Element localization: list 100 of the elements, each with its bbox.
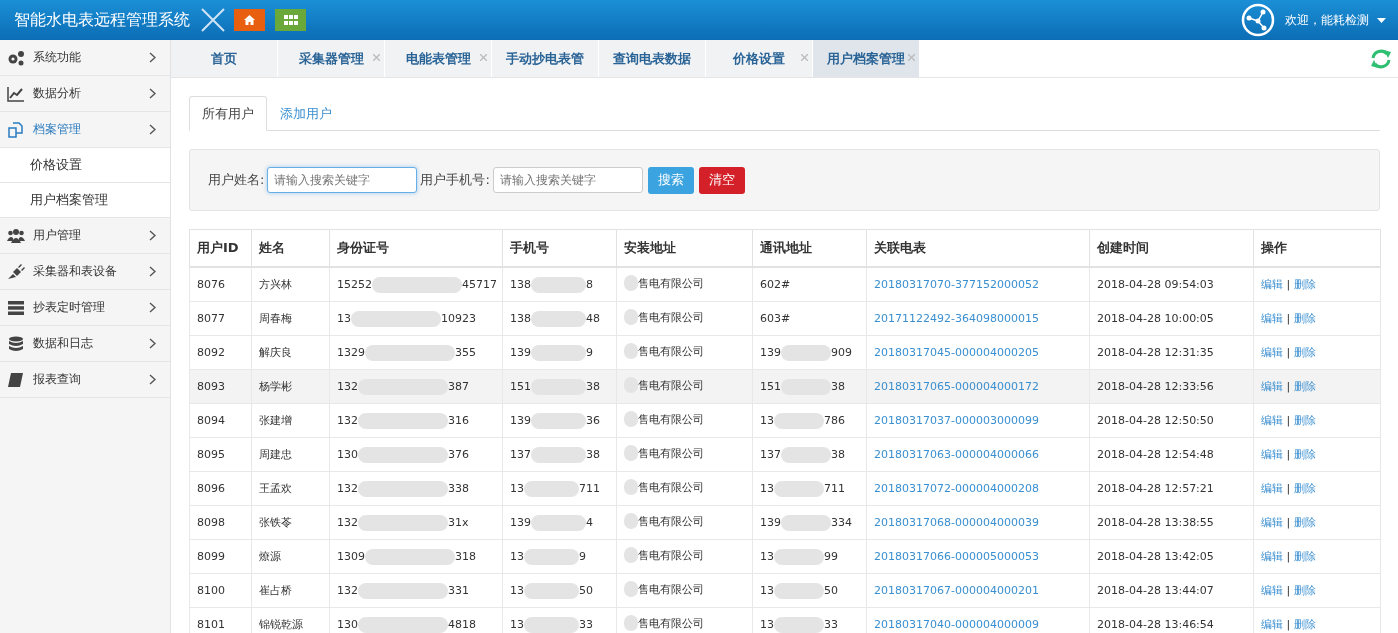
edit-link[interactable]: 编辑 — [1261, 312, 1283, 325]
cell-text: 132 — [337, 516, 358, 529]
table-cell: 2018-04-28 13:44:07 — [1089, 573, 1254, 608]
chevron-icon — [149, 374, 156, 385]
collapse-icon[interactable] — [200, 7, 226, 33]
cell-text: 售电有限公司 — [638, 343, 704, 359]
edit-link[interactable]: 编辑 — [1261, 414, 1283, 427]
page-tab[interactable]: 查询电表数据 — [599, 40, 706, 77]
sidebar-item[interactable]: 数据和日志 — [0, 326, 170, 362]
page-tab[interactable]: 电能表管理 — [385, 40, 492, 77]
table-row[interactable]: 8096 王孟欢 132 338 13 711 售电有限公司 13 711 20180317072-000004000208 2018-04-28 12:57:21 编辑 | 删除 — [189, 471, 1381, 506]
edit-link[interactable]: 编辑 — [1261, 346, 1283, 359]
table-row[interactable]: 8099 燎源 1309 318 13 9 售电有限公司 13 99 20180317066-000005000053 2018-04-28 13:42:05 编辑 | 删除 — [189, 539, 1381, 574]
chevron-icon — [149, 52, 156, 63]
sidebar-item[interactable]: 系统功能 — [0, 40, 170, 76]
delete-link[interactable]: 删除 — [1293, 346, 1316, 359]
page-tab[interactable]: 采集器管理 — [278, 40, 385, 77]
close-icon[interactable] — [373, 54, 380, 61]
cell-text: 售电有限公司 — [638, 377, 704, 393]
sidebar-item[interactable]: 用户管理 — [0, 218, 170, 254]
table-row[interactable]: 8077 周春梅 13 10923 138 48 售电有限公司 603# 20171122492-364098000015 2018-04-28 10:00:05 编辑 | 删除 — [189, 301, 1381, 336]
edit-link[interactable]: 编辑 — [1261, 584, 1283, 597]
delete-link[interactable]: 删除 — [1293, 380, 1316, 393]
grid-button[interactable] — [275, 9, 306, 31]
page-tab[interactable]: 首页 — [171, 40, 278, 77]
delete-link[interactable]: 删除 — [1293, 448, 1316, 461]
cell-text: 1329 — [337, 346, 365, 359]
cell-text: 711 — [824, 482, 845, 495]
delete-link[interactable]: 删除 — [1293, 312, 1316, 325]
table-row[interactable]: 8098 张铁苓 132 31x 139 4 售电有限公司 139 334 20180317068-000004000039 2018-04-28 13:38:55 编辑 | 删除 — [189, 505, 1381, 540]
cell-text: 13 — [760, 414, 774, 427]
cell-text: 130 — [337, 448, 358, 461]
sidebar-item[interactable]: 数据分析 — [0, 76, 170, 112]
column-header: 用户ID — [189, 229, 252, 267]
sidebar-subitem[interactable]: 用户档案管理 — [0, 183, 170, 218]
delete-link[interactable]: 删除 — [1293, 278, 1316, 291]
cell-text: 711 — [579, 482, 600, 495]
column-header: 安装地址 — [616, 229, 753, 267]
page-tab[interactable]: 手动抄电表管 — [492, 40, 599, 77]
avatar-icon[interactable] — [1241, 3, 1275, 37]
edit-link[interactable]: 编辑 — [1261, 550, 1283, 563]
cell-text: 132 — [337, 584, 358, 597]
home-button[interactable] — [234, 9, 265, 31]
sub-tab[interactable]: 所有用户 — [189, 96, 267, 131]
column-header: 姓名 — [251, 229, 330, 267]
clear-button[interactable]: 清空 — [698, 166, 745, 194]
edit-link[interactable]: 编辑 — [1261, 516, 1283, 529]
delete-link[interactable]: 删除 — [1293, 618, 1316, 631]
table-cell: 8077 — [189, 301, 252, 336]
delete-link[interactable]: 删除 — [1293, 550, 1316, 563]
search-button[interactable]: 搜索 — [647, 166, 694, 194]
table-cell: 8076 — [189, 267, 252, 302]
page-tab[interactable]: 用户档案管理 — [813, 40, 920, 77]
delete-link[interactable]: 删除 — [1293, 414, 1316, 427]
page-tab[interactable]: 价格设置 — [706, 40, 813, 77]
sidebar-item[interactable]: 采集器和表设备 — [0, 254, 170, 290]
close-icon[interactable] — [480, 54, 487, 61]
edit-link[interactable]: 编辑 — [1261, 482, 1283, 495]
table-cell: 2018-04-28 13:38:55 — [1089, 505, 1254, 540]
table-row[interactable]: 8093 杨学彬 132 387 151 38 售电有限公司 151 38 20180317065-000004000172 2018-04-28 12:33:56 编辑 | 删除 — [189, 369, 1381, 404]
sidebar-item[interactable]: 报表查询 — [0, 362, 170, 398]
cell-text: 318 — [455, 550, 476, 563]
phone-search-field[interactable]: 请输入搜索关键字 — [492, 167, 643, 193]
close-icon[interactable] — [801, 54, 808, 61]
edit-link[interactable]: 编辑 — [1261, 278, 1283, 291]
table-cell: 方兴林 — [251, 267, 330, 302]
cell-text: 10923 — [441, 312, 476, 325]
edit-link[interactable]: 编辑 — [1261, 618, 1283, 631]
table-cell: 周春梅 — [251, 301, 330, 336]
close-icon[interactable] — [908, 54, 915, 61]
table-row[interactable]: 8094 张建增 132 316 139 36 售电有限公司 13 786 20180317037-000003000099 2018-04-28 12:50:50 编辑 | 删除 — [189, 403, 1381, 438]
table-row[interactable]: 8095 周建忠 130 376 137 38 售电有限公司 137 38 20180317063-000004000066 2018-04-28 12:54:48 编辑 | 删除 — [189, 437, 1381, 472]
edit-link[interactable]: 编辑 — [1261, 448, 1283, 461]
cell-text: 387 — [448, 380, 469, 393]
chevron-icon — [149, 230, 156, 241]
table-row[interactable]: 8101 锦锐乾源 130 4818 13 33 售电有限公司 13 33 20180317040-000004000009 2018-04-28 13:46:54 编辑 | 删除 — [189, 607, 1381, 633]
cell-text: 338 — [448, 482, 469, 495]
caret-icon[interactable] — [1377, 17, 1386, 23]
table-cell: 崔占桥 — [251, 573, 330, 608]
sidebar-subitem[interactable]: 价格设置 — [0, 148, 170, 183]
cell-text: 38 — [586, 448, 600, 461]
user-menu[interactable]: 欢迎，能耗检测 — [1285, 11, 1369, 29]
table-row[interactable]: 8100 崔占桥 132 331 13 50 售电有限公司 13 50 20180317067-000004000201 2018-04-28 13:44:07 编辑 | 删除 — [189, 573, 1381, 608]
cell-text: 139 — [510, 516, 531, 529]
sidebar-item[interactable]: 抄表定时管理 — [0, 290, 170, 326]
delete-link[interactable]: 删除 — [1293, 516, 1316, 529]
refresh-icon[interactable] — [1370, 48, 1392, 69]
cell-text: 139 — [510, 414, 531, 427]
cell-text: 137 — [760, 448, 781, 461]
delete-link[interactable]: 删除 — [1293, 584, 1316, 597]
table-cell: 杨学彬 — [251, 369, 330, 404]
table-row[interactable]: 8092 解庆良 1329 355 139 9 售电有限公司 139 909 20180317045-000004000205 2018-04-28 12:31:35 编辑 | 删除 — [189, 335, 1381, 370]
column-header: 身份证号 — [329, 229, 503, 267]
name-search-field[interactable]: 请输入搜索关键字 — [267, 167, 418, 193]
cell-text: 9 — [586, 346, 593, 359]
table-row[interactable]: 8076 方兴林 15252 45717 138 8 售电有限公司 602# 20180317070-377152000052 2018-04-28 09:54:03 编辑 | 删除 — [189, 267, 1381, 302]
edit-link[interactable]: 编辑 — [1261, 380, 1283, 393]
sub-tab[interactable]: 添加用户 — [267, 96, 345, 130]
cell-text: 售电有限公司 — [638, 581, 704, 597]
delete-link[interactable]: 删除 — [1293, 482, 1316, 495]
